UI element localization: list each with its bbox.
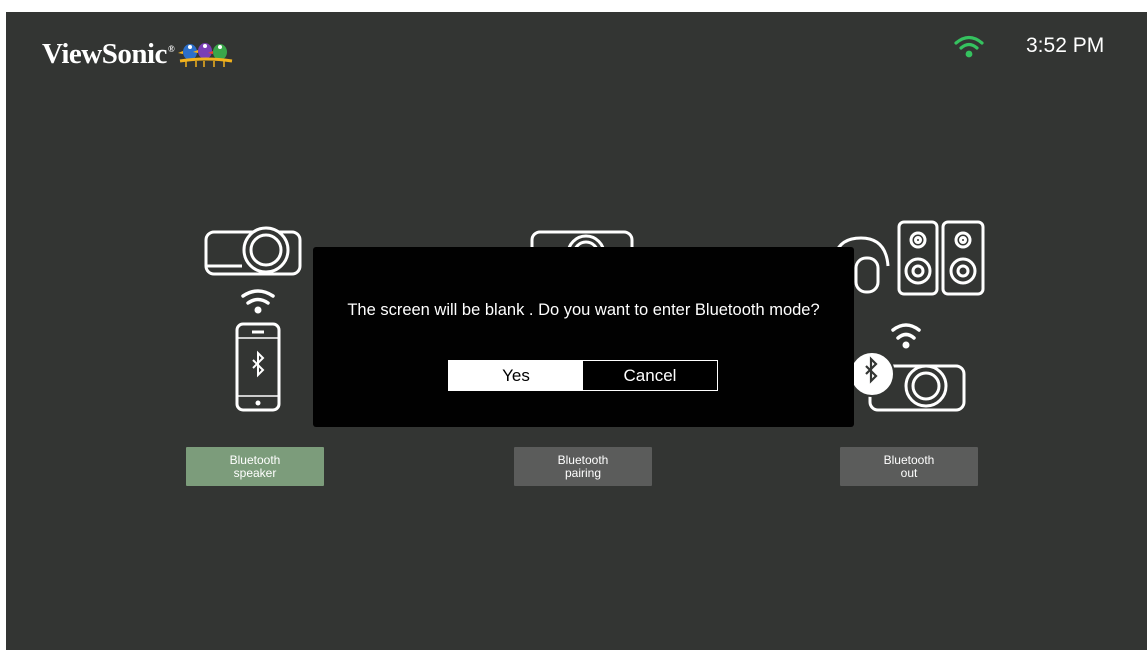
yes-button[interactable]: Yes	[449, 361, 583, 390]
bluetooth-mode-dialog: The screen will be blank . Do you want t…	[313, 247, 854, 427]
option-label-line1: Bluetooth	[557, 452, 609, 467]
phone-to-projector-icon	[204, 226, 302, 412]
option-label-line2: speaker	[233, 465, 277, 480]
brand-registered-mark: ®	[167, 43, 175, 54]
birds-logo-icon	[178, 43, 233, 67]
clock: 3:52 PM	[1026, 34, 1105, 57]
option-label-line2: pairing	[564, 465, 602, 480]
dialog-message: The screen will be blank . Do you want t…	[347, 301, 820, 319]
wifi-status-icon	[954, 35, 984, 58]
option-label-line2: out	[900, 465, 918, 480]
bluetooth-out-option[interactable]: Bluetooth out	[840, 447, 978, 486]
brand-logo: ViewSonic®	[42, 34, 234, 74]
dialog-button-row: Yes Cancel	[448, 360, 718, 391]
projector-screen: ViewSonic® 3:52 PM Bluetooth speaker Blu…	[6, 12, 1147, 650]
option-label-line1: Bluetooth	[229, 452, 281, 467]
cancel-button[interactable]: Cancel	[583, 361, 717, 390]
bluetooth-speaker-option[interactable]: Bluetooth speaker	[186, 447, 324, 486]
option-label-line1: Bluetooth	[883, 452, 935, 467]
bluetooth-pairing-option[interactable]: Bluetooth pairing	[514, 447, 652, 486]
brand-name: ViewSonic	[42, 37, 167, 70]
